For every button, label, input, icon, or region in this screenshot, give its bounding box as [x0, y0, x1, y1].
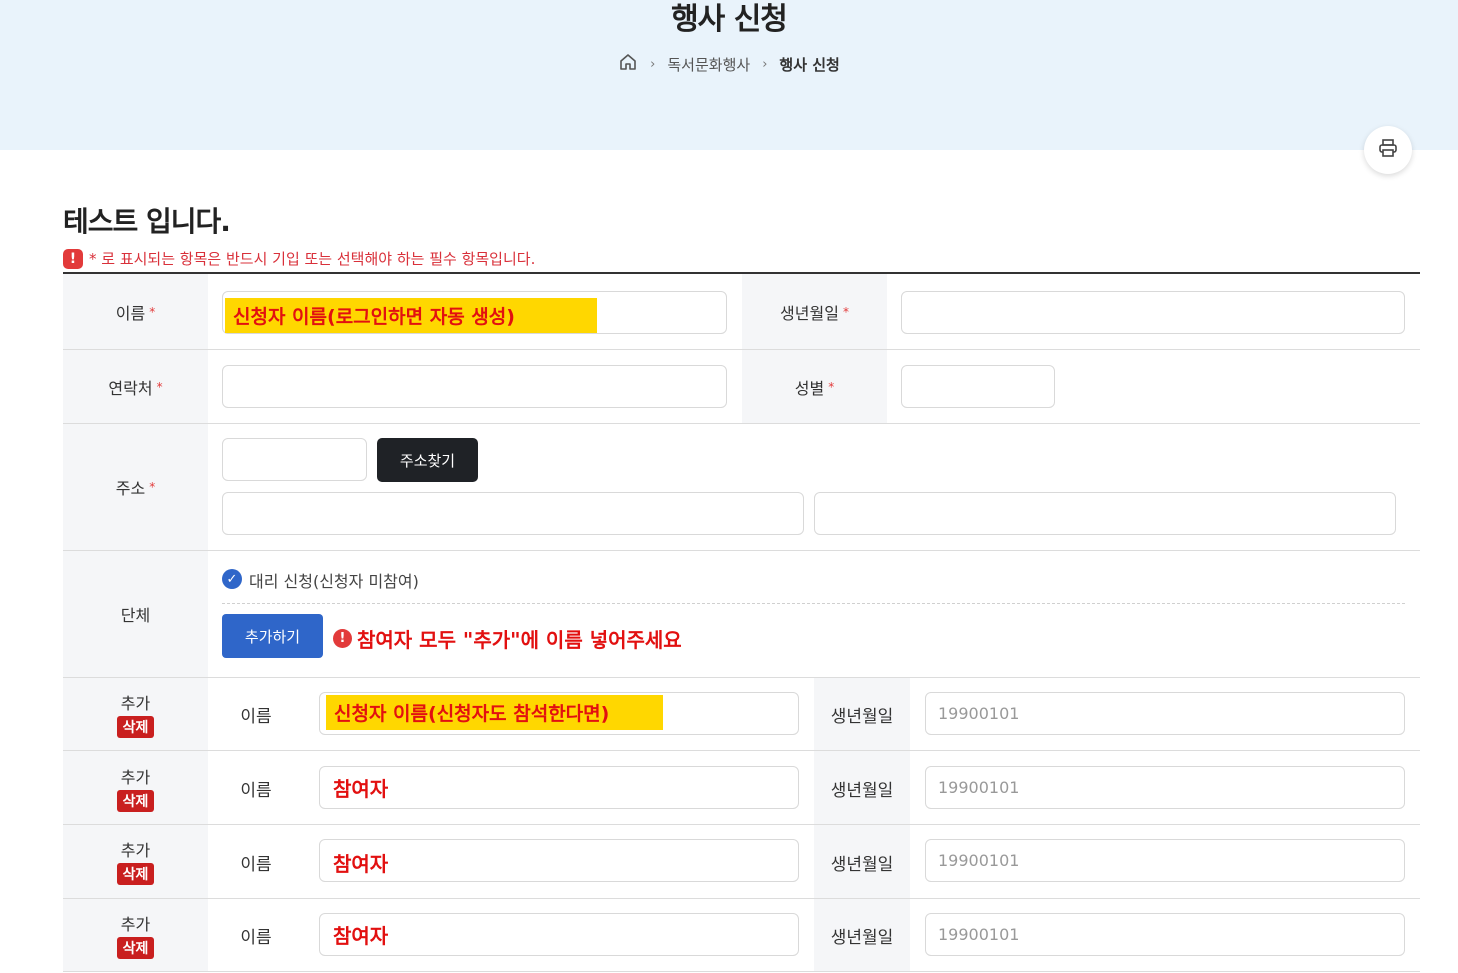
gender-label: 성별 * [742, 350, 887, 423]
phone-input[interactable] [222, 365, 727, 408]
participant-birth-input[interactable]: 19900101 [925, 839, 1405, 882]
page-header: 행사 신청 › 독서문화행사 › 행사 신청 [0, 0, 1458, 150]
delete-row-button[interactable]: 삭제 [116, 863, 155, 885]
participant-birth-label: 생년월일 [830, 707, 894, 727]
header-title: 행사 신청 [671, 2, 788, 37]
add-row-link[interactable]: 추가 [121, 911, 150, 935]
form-row-address: 주소 * 주소찾기 [63, 424, 1420, 551]
participant-birth-label: 생년월일 [830, 854, 894, 875]
participant-name-label: 이름 [240, 928, 272, 948]
application-form: 이름 * 신청자 이름(로그인하면 자동 생성) 생년월일 * 연락처 * 성별 * 주… [63, 272, 1420, 972]
alert-icon: ! [63, 248, 83, 269]
breadcrumb-current: 행사 신청 [779, 55, 840, 74]
add-row-link[interactable]: 추가 [121, 764, 150, 788]
participant-row: 추가 삭제 이름 신청자 이름(신청자도 참석한다면) 생년월일 1990010… [63, 678, 1420, 751]
required-notice: ! * 로 표시되는 항목은 반드시 기입 또는 선택해야 하는 필수 항목입니… [63, 248, 535, 269]
zipcode-input[interactable] [222, 438, 367, 481]
participant-name-value: 신청자 이름(신청자도 참석한다면) [326, 695, 663, 730]
participant-name-value: 참여자 [333, 777, 389, 801]
participant-birth-input[interactable]: 19900101 [925, 913, 1405, 956]
page-title: 테스트 입니다. [63, 205, 231, 238]
address-detail-input[interactable] [814, 492, 1396, 535]
add-row-link[interactable]: 추가 [121, 690, 150, 714]
required-notice-text: * 로 표시되는 항목은 반드시 기입 또는 선택해야 하는 필수 항목입니다. [89, 250, 536, 268]
participant-birth-input[interactable]: 19900101 [925, 766, 1405, 809]
participant-birth-label: 생년월일 [830, 780, 894, 801]
chevron-right-icon: › [650, 56, 656, 72]
add-row-link[interactable]: 추가 [121, 837, 150, 861]
form-row-name: 이름 * 신청자 이름(로그인하면 자동 생성) 생년월일 * [63, 274, 1420, 350]
participant-name-value: 참여자 [333, 924, 389, 948]
divider [222, 603, 1405, 604]
participant-row: 추가 삭제 이름 참여자 생년월일 19900101 [63, 825, 1420, 899]
birth-input[interactable] [901, 291, 1405, 334]
breadcrumb: › 독서문화행사 › 행사 신청 [0, 50, 1458, 78]
participant-name-label: 이름 [240, 707, 272, 727]
participant-actions: 추가 삭제 [63, 837, 208, 885]
home-icon[interactable] [618, 52, 638, 76]
delete-row-button[interactable]: 삭제 [116, 937, 155, 959]
participant-name-label: 이름 [240, 854, 272, 875]
add-warning: ! 참여자 모두 "추가"에 이름 넣어주세요 [333, 624, 682, 653]
address-main-input[interactable] [222, 492, 804, 535]
birth-label: 생년월일 * [742, 274, 887, 349]
participant-actions: 추가 삭제 [63, 764, 208, 812]
alert-icon: ! [333, 629, 352, 648]
print-button[interactable] [1364, 126, 1412, 174]
check-icon[interactable]: ✓ [222, 569, 242, 589]
group-label: 단체 [63, 551, 208, 677]
form-row-phone: 연락처 * 성별 * [63, 350, 1420, 424]
address-search-button[interactable]: 주소찾기 [377, 438, 478, 482]
delete-row-button[interactable]: 삭제 [116, 716, 155, 738]
phone-label: 연락처 * [63, 350, 208, 423]
participant-actions: 추가 삭제 [63, 690, 208, 738]
participant-name-value: 참여자 [333, 852, 389, 876]
gender-select[interactable] [901, 365, 1055, 408]
printer-icon [1377, 137, 1399, 163]
participant-birth-input[interactable]: 19900101 [925, 692, 1405, 735]
breadcrumb-item[interactable]: 독서문화행사 [667, 54, 750, 75]
delete-row-button[interactable]: 삭제 [116, 790, 155, 812]
participant-row: 추가 삭제 이름 참여자 생년월일 19900101 [63, 899, 1420, 972]
participant-name-label: 이름 [240, 780, 272, 801]
form-row-group: 단체 ✓ 대리 신청(신청자 미참여) 추가하기 ! 참여자 모두 "추가"에 … [63, 551, 1420, 678]
name-value: 신청자 이름(로그인하면 자동 생성) [225, 298, 597, 333]
participant-name-input[interactable] [319, 913, 799, 956]
chevron-right-icon: › [762, 56, 768, 72]
participant-birth-label: 생년월일 [830, 928, 894, 948]
name-label: 이름 * [63, 274, 208, 349]
add-participant-button[interactable]: 추가하기 [222, 614, 323, 658]
proxy-checkbox-label[interactable]: 대리 신청(신청자 미참여) [249, 568, 419, 592]
participant-actions: 추가 삭제 [63, 911, 208, 959]
participant-row: 추가 삭제 이름 참여자 생년월일 19900101 [63, 751, 1420, 825]
address-label: 주소 * [63, 424, 208, 550]
participant-name-input[interactable] [319, 839, 799, 882]
participant-name-input[interactable] [319, 766, 799, 809]
